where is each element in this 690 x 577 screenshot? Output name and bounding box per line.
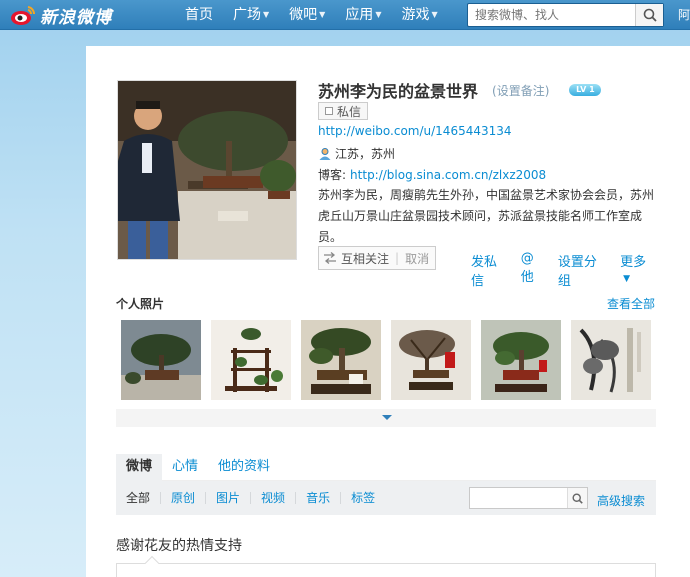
expand-photos-bar[interactable] xyxy=(116,409,656,427)
location: 江苏，苏州 xyxy=(318,145,395,162)
at-him-button[interactable]: @他 xyxy=(521,251,546,289)
nav-square[interactable]: 广场 ▼ xyxy=(233,0,269,30)
advanced-search-link[interactable]: 高级搜索 xyxy=(597,492,645,509)
nav-home[interactable]: 首页 xyxy=(185,0,213,30)
search-icon xyxy=(572,492,583,504)
feed-search-button[interactable] xyxy=(567,488,587,508)
chevron-down-icon: ▼ xyxy=(375,10,382,19)
nav-apps-label: 应用 xyxy=(345,7,374,23)
mutual-follow-icon xyxy=(324,252,336,264)
filter-music[interactable]: 音乐 xyxy=(296,492,342,504)
chevron-down-icon: ▼ xyxy=(623,274,631,284)
level-badge[interactable]: LV 1 xyxy=(569,84,602,96)
view-all-photos-link[interactable]: 查看全部 xyxy=(607,295,655,312)
profile-avatar[interactable] xyxy=(117,80,297,260)
photo-thumbnail[interactable] xyxy=(301,320,381,400)
private-message-label: 私信 xyxy=(337,104,362,119)
avatar-photo xyxy=(118,81,296,259)
filter-tags[interactable]: 标签 xyxy=(341,492,385,504)
feed-filter-bar: 全部 原创 图片 视频 音乐 标签 高级搜索 xyxy=(116,481,656,515)
nav-square-label: 广场 xyxy=(233,7,261,23)
sina-weibo-logo[interactable]: 新浪微博 xyxy=(10,2,112,28)
checkbox-icon xyxy=(325,107,333,115)
filter-video[interactable]: 视频 xyxy=(251,492,297,504)
logo-text: 新浪微博 xyxy=(40,7,112,28)
photo-thumbnail[interactable] xyxy=(571,320,651,400)
divider: | xyxy=(395,251,400,265)
top-right-user-link[interactable]: 阿 xyxy=(678,0,690,30)
profile-bio: 苏州李为民，周瘦鹃先生外孙，中国盆景艺术家协会会员，苏州虎丘山万景山庄盆景园技术… xyxy=(318,188,655,244)
nav-games-label: 游戏 xyxy=(401,7,430,23)
tab-mood[interactable]: 心情 xyxy=(162,454,208,481)
photo-thumbnail[interactable] xyxy=(211,320,291,400)
nav-games[interactable]: 游戏 ▼ xyxy=(401,0,437,30)
blog-row: 博客: http://blog.sina.com.cn/zlxz2008 xyxy=(318,166,546,183)
filter-images[interactable]: 图片 xyxy=(206,492,252,504)
filter-original[interactable]: 原创 xyxy=(161,492,207,504)
chevron-down-icon: ▼ xyxy=(431,10,438,19)
post-text: 感谢花友的热情支持 xyxy=(116,538,242,554)
feed-search-input[interactable] xyxy=(470,488,568,508)
unfollow-button[interactable]: 取消 xyxy=(405,250,429,267)
caret-down-icon xyxy=(382,415,392,420)
send-message-button[interactable]: 发私信 xyxy=(471,251,509,289)
set-remark-link[interactable]: (设置备注) xyxy=(492,82,549,99)
set-group-button[interactable]: 设置分组 xyxy=(558,251,608,289)
profile-actions: 发私信 @他 设置分组 更多 ▼ xyxy=(471,251,690,289)
top-search-box xyxy=(467,3,664,27)
blog-url-link[interactable]: http://blog.sina.com.cn/zlxz2008 xyxy=(350,168,546,182)
profile-name-row: 苏州李为民的盆景世界 (设置备注) LV 1 xyxy=(318,78,602,102)
follow-status-box: 互相关注 | 取消 xyxy=(318,246,436,270)
tab-weibo[interactable]: 微博 xyxy=(116,454,163,481)
feed-search-box xyxy=(469,487,588,509)
feed-tabs: 微博 心情 他的资料 xyxy=(116,454,656,481)
post-content-box xyxy=(116,555,656,577)
filter-all[interactable]: 全部 xyxy=(116,492,162,504)
location-text: 江苏，苏州 xyxy=(335,147,396,161)
photo-thumbnail[interactable] xyxy=(391,320,471,400)
photos-title: 个人照片 xyxy=(116,297,165,311)
search-input[interactable] xyxy=(468,4,634,26)
nav-weiba[interactable]: 微吧 ▼ xyxy=(289,0,325,30)
nav-home-label: 首页 xyxy=(185,7,213,23)
nav-apps[interactable]: 应用 ▼ xyxy=(345,0,381,30)
weibo-eye-icon xyxy=(11,6,36,25)
mutual-follow-label: 互相关注 xyxy=(341,251,390,266)
top-navigation-bar: 新浪微博 首页 广场▼ 微吧▼ 应用▼ 游戏▼ 阿 xyxy=(0,0,690,30)
more-label: 更多 xyxy=(620,255,647,270)
private-message-button[interactable]: 私信 xyxy=(318,102,369,120)
search-button[interactable] xyxy=(635,4,663,26)
profile-name: 苏州李为民的盆景世界 xyxy=(318,82,479,101)
photo-strip xyxy=(121,320,661,400)
search-icon xyxy=(643,8,657,22)
chevron-down-icon: ▼ xyxy=(319,10,326,19)
profile-card: 苏州李为民的盆景世界 (设置备注) LV 1 私信 http://weibo.c… xyxy=(86,46,690,577)
chevron-down-icon: ▼ xyxy=(263,10,270,19)
photo-thumbnail[interactable] xyxy=(121,320,201,400)
user-icon xyxy=(319,147,331,160)
main-nav: 首页 广场 ▼ 微吧 ▼ 应用 ▼ 游戏 ▼ xyxy=(185,0,458,30)
more-button[interactable]: 更多 ▼ xyxy=(620,251,678,289)
weibo-url-link[interactable]: http://weibo.com/u/1465443134 xyxy=(318,124,512,138)
nav-weiba-label: 微吧 xyxy=(289,7,318,23)
blog-label: 博客: xyxy=(318,168,347,182)
tab-profile-info[interactable]: 他的资料 xyxy=(208,454,280,481)
photo-thumbnail[interactable] xyxy=(481,320,561,400)
post-notch xyxy=(144,555,160,571)
